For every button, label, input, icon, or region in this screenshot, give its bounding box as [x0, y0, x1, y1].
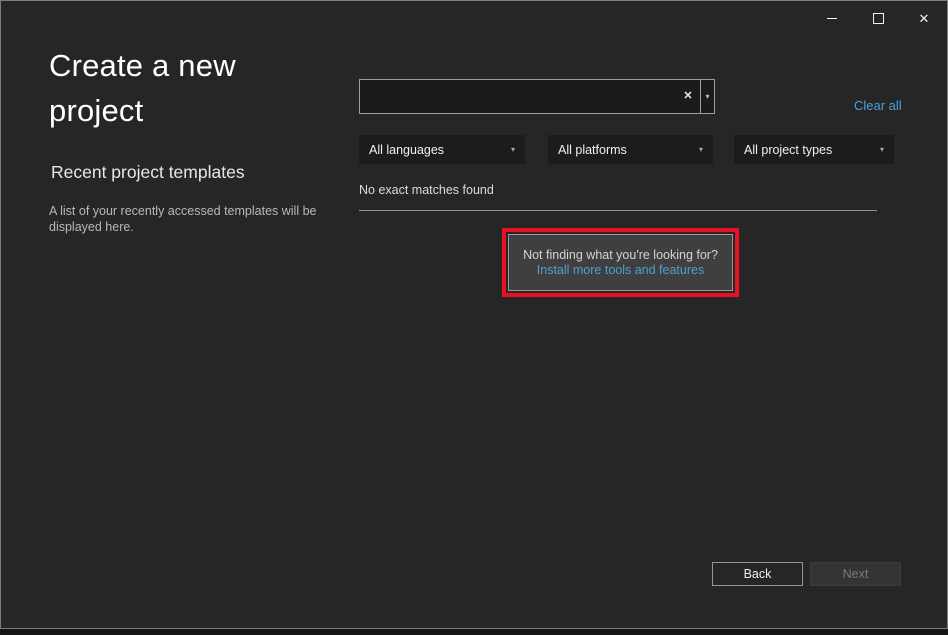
results-divider: [359, 210, 877, 211]
close-icon: ✕: [919, 12, 930, 25]
maximize-icon: [873, 13, 884, 24]
minimize-button[interactable]: [809, 1, 855, 35]
install-more-tools-link[interactable]: Install more tools and features: [537, 263, 704, 277]
language-filter-label: All languages: [369, 143, 444, 157]
minimize-icon: [827, 18, 837, 19]
search-history-dropdown-button[interactable]: ▾: [701, 80, 714, 113]
close-button[interactable]: ✕: [901, 1, 947, 35]
search-input[interactable]: [360, 80, 676, 113]
page-title: Create a new project: [49, 43, 309, 133]
no-matches-message: No exact matches found: [359, 183, 494, 197]
language-filter-dropdown[interactable]: All languages ▾: [359, 135, 525, 164]
chevron-down-icon: ▾: [699, 146, 703, 154]
chevron-down-icon: ▾: [705, 93, 709, 101]
platform-filter-dropdown[interactable]: All platforms ▾: [548, 135, 713, 164]
clear-all-link[interactable]: Clear all: [854, 98, 902, 113]
annotation-highlight: Not finding what you're looking for? Ins…: [502, 228, 739, 297]
chevron-down-icon: ▾: [880, 146, 884, 154]
search-clear-button[interactable]: ✕: [676, 80, 700, 113]
titlebar: ✕: [809, 1, 947, 37]
maximize-button[interactable]: [855, 1, 901, 35]
back-button[interactable]: Back: [712, 562, 803, 586]
chevron-down-icon: ▾: [511, 146, 515, 154]
project-type-filter-label: All project types: [744, 143, 832, 157]
install-tools-panel: Not finding what you're looking for? Ins…: [508, 234, 733, 291]
next-button: Next: [810, 562, 901, 586]
platform-filter-label: All platforms: [558, 143, 627, 157]
recent-templates-heading: Recent project templates: [51, 162, 245, 183]
not-finding-text: Not finding what you're looking for?: [523, 248, 718, 262]
recent-templates-description: A list of your recently accessed templat…: [49, 204, 317, 235]
project-type-filter-dropdown[interactable]: All project types ▾: [734, 135, 894, 164]
create-new-project-dialog: ✕ Create a new project Recent project te…: [0, 0, 948, 629]
clear-icon: ✕: [683, 91, 692, 102]
search-box: ✕ ▾: [359, 79, 715, 114]
